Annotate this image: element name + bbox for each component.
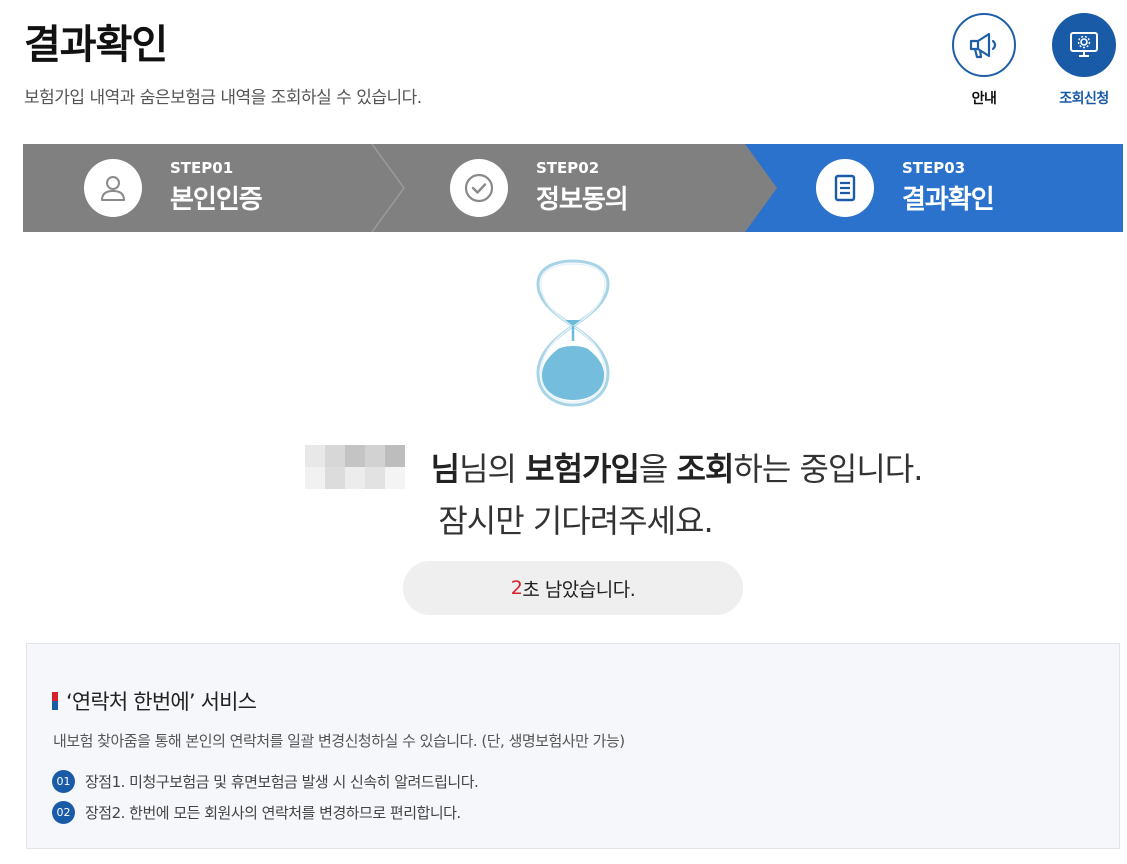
- step-1-number: STEP01: [170, 158, 234, 177]
- benefit-text: 장점2. 한번에 모든 회원사의 연락처를 변경하므로 편리합니다.: [85, 804, 461, 822]
- status-text-part5: 하는 중입니다.: [733, 450, 923, 488]
- step-separator: [371, 144, 405, 232]
- service-title: ‘연락처 한번에’ 서비스: [52, 686, 257, 716]
- step-1-name: 본인인증: [170, 184, 263, 215]
- flag-icon: [52, 692, 58, 710]
- page-title: 결과확인: [24, 22, 168, 68]
- step-1-icon-circle: [84, 159, 142, 217]
- benefit-text: 장점1. 미청구보험금 및 휴면보험금 발생 시 신속히 알려드립니다.: [85, 773, 479, 791]
- guide-icon-circle: [952, 13, 1016, 77]
- status-text-inquiry: 조회: [676, 450, 735, 488]
- document-icon: [834, 174, 856, 202]
- step-3-number: STEP03: [902, 158, 966, 177]
- check-circle-icon: [464, 173, 494, 203]
- step-arrow-active: [745, 144, 777, 232]
- megaphone-icon: [969, 32, 997, 59]
- service-title-text: ‘연락처 한번에’ 서비스: [66, 690, 257, 714]
- request-button[interactable]: 조회신청: [1049, 13, 1119, 108]
- step-2-icon-circle: [450, 159, 508, 217]
- status-text-insurance: 보험가입: [525, 450, 640, 488]
- step-3-name: 결과확인: [902, 184, 995, 215]
- contact-service-box: ‘연락처 한번에’ 서비스 내보험 찾아줌을 통해 본인의 연락처를 일괄 변경…: [26, 643, 1120, 849]
- guide-label: 안내: [971, 91, 997, 107]
- benefit-number-badge: 02: [52, 801, 75, 824]
- request-label: 조회신청: [1059, 91, 1109, 107]
- user-icon: [101, 176, 125, 201]
- step-2-number: STEP02: [536, 158, 600, 177]
- status-wait-message: 잠시만 기다려주세요.: [438, 502, 713, 540]
- status-message: 님 님의 보험가입 을 조회 하는 중입니다.: [0, 443, 1127, 499]
- request-icon-circle: [1052, 13, 1116, 77]
- monitor-gear-icon: [1070, 32, 1098, 57]
- service-benefit-item: 01 장점1. 미청구보험금 및 휴면보험금 발생 시 신속히 알려드립니다.: [52, 770, 479, 793]
- masked-user-name: [304, 443, 411, 491]
- status-text-part1: 님의: [459, 450, 517, 488]
- step-3-icon-circle: [816, 159, 874, 217]
- status-text-part3: 을: [638, 450, 668, 488]
- status-honorific: 님: [430, 450, 460, 488]
- page-description: 보험가입 내역과 숨은보험금 내역을 조회하실 수 있습니다.: [24, 88, 422, 108]
- step-2: STEP02 정보동의: [450, 144, 629, 232]
- countdown-timer: 2초 남았습니다.: [403, 561, 743, 615]
- guide-button[interactable]: 안내: [949, 13, 1019, 108]
- countdown-suffix: 초 남았습니다.: [522, 578, 636, 601]
- benefit-number-badge: 01: [52, 770, 75, 793]
- service-description: 내보험 찾아줌을 통해 본인의 연락처를 일괄 변경신청하실 수 있습니다. (…: [53, 732, 625, 750]
- step-1: STEP01 본인인증: [84, 144, 263, 232]
- countdown-seconds: 2: [510, 577, 523, 599]
- service-benefit-item: 02 장점2. 한번에 모든 회원사의 연락처를 변경하므로 편리합니다.: [52, 801, 461, 824]
- hourglass-icon: [536, 259, 610, 407]
- step-progress-bar: STEP01 본인인증 STEP02 정보동의 STEP03 결과확인: [23, 144, 1123, 232]
- step-2-name: 정보동의: [536, 184, 629, 215]
- step-3: STEP03 결과확인: [816, 144, 995, 232]
